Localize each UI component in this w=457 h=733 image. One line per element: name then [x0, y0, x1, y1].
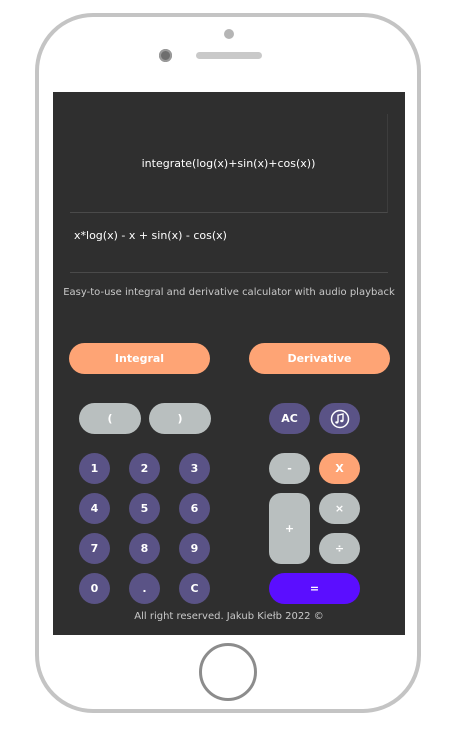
integral-button[interactable]: Integral [69, 343, 210, 374]
key-6[interactable]: 6 [179, 493, 210, 524]
result-display: x*log(x) - x + sin(x) - cos(x) [70, 213, 388, 273]
multiply-button[interactable]: × [319, 493, 360, 524]
key-dot[interactable]: . [129, 573, 160, 604]
speaker-grille [196, 52, 262, 59]
result-text: x*log(x) - x + sin(x) - cos(x) [74, 229, 227, 242]
expression-display: integrate(log(x)+sin(x)+cos(x)) [70, 114, 388, 213]
minus-button[interactable]: - [269, 453, 310, 484]
key-1[interactable]: 1 [79, 453, 110, 484]
clear-button[interactable]: C [179, 573, 210, 604]
audio-button[interactable] [319, 403, 360, 434]
key-4[interactable]: 4 [79, 493, 110, 524]
calculator-screen: integrate(log(x)+sin(x)+cos(x)) x*log(x)… [53, 92, 405, 635]
key-9[interactable]: 9 [179, 533, 210, 564]
derivative-button[interactable]: Derivative [249, 343, 390, 374]
close-paren-button[interactable]: ) [149, 403, 211, 434]
x-variable-button[interactable]: X [319, 453, 360, 484]
ac-button[interactable]: AC [269, 403, 310, 434]
equals-button[interactable]: = [269, 573, 360, 604]
plus-button[interactable]: + [269, 493, 310, 564]
key-5[interactable]: 5 [129, 493, 160, 524]
sensor-dot [224, 29, 234, 39]
key-3[interactable]: 3 [179, 453, 210, 484]
home-button[interactable] [199, 643, 257, 701]
music-note-icon [330, 409, 349, 428]
divide-button[interactable]: ÷ [319, 533, 360, 564]
footer-copyright: All right reserved. Jakub Kiełb 2022 © [134, 611, 324, 622]
key-8[interactable]: 8 [129, 533, 160, 564]
key-0[interactable]: 0 [79, 573, 110, 604]
expression-text: integrate(log(x)+sin(x)+cos(x)) [141, 156, 316, 170]
open-paren-button[interactable]: ( [79, 403, 141, 434]
tagline: Easy-to-use integral and derivative calc… [63, 287, 395, 298]
key-7[interactable]: 7 [79, 533, 110, 564]
key-2[interactable]: 2 [129, 453, 160, 484]
camera-icon [159, 49, 172, 62]
